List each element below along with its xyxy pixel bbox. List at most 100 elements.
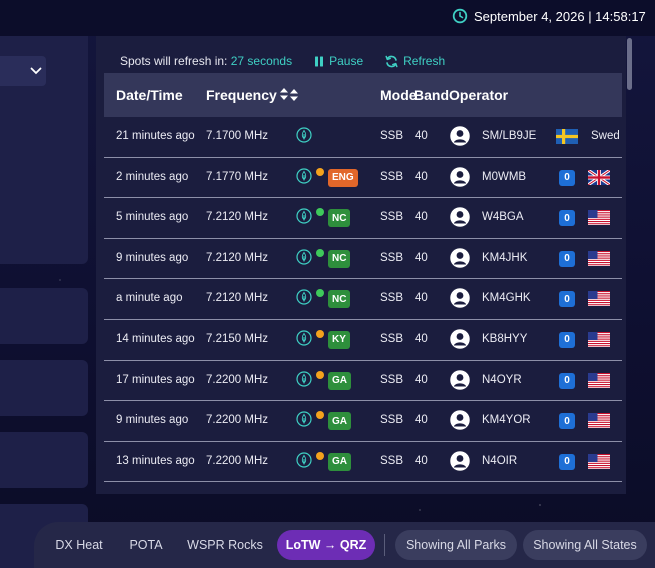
qsl-count-badge: 0 xyxy=(559,331,575,348)
operator-callsign[interactable]: KM4YOR xyxy=(482,414,531,426)
table-row[interactable]: 21 minutes ago 7.1700 MHz SSB 40 SM/LB9JE … xyxy=(104,117,622,158)
operator-avatar-icon[interactable] xyxy=(449,247,471,269)
sort-icon xyxy=(280,88,288,100)
operator-callsign[interactable]: N4OIR xyxy=(482,455,517,467)
column-header-band[interactable]: Band xyxy=(414,87,449,103)
refresh-countdown: Spots will refresh in: 27 seconds xyxy=(120,54,292,68)
spot-frequency[interactable]: 7.2120 MHz xyxy=(206,211,268,223)
column-header-sort[interactable] xyxy=(279,87,289,101)
spot-frequency[interactable]: 7.2200 MHz xyxy=(206,414,268,426)
status-dot xyxy=(316,411,324,420)
spot-frequency[interactable]: 7.2120 MHz xyxy=(206,292,268,304)
park-icon[interactable] xyxy=(296,127,312,143)
sort-icon xyxy=(289,89,298,101)
us-flag-icon xyxy=(588,331,610,347)
state-badge: NC xyxy=(328,290,351,309)
pause-button[interactable]: Pause xyxy=(314,54,363,68)
park-icon[interactable] xyxy=(296,330,312,346)
park-icon[interactable] xyxy=(296,249,312,265)
operator-callsign[interactable]: KB8HYY xyxy=(482,333,527,345)
operator-avatar-icon[interactable] xyxy=(449,287,471,309)
pota-tab[interactable]: POTA xyxy=(122,530,170,560)
refresh-seconds: 27 seconds xyxy=(230,54,293,68)
park-icon[interactable] xyxy=(296,167,312,184)
spot-frequency[interactable]: 7.1700 MHz xyxy=(206,130,268,142)
left-card[interactable] xyxy=(0,288,88,344)
us-flag-icon xyxy=(588,250,610,266)
dx-heat-tab[interactable]: DX Heat xyxy=(46,530,112,560)
operator-callsign[interactable]: KM4GHK xyxy=(482,292,531,304)
park-icon[interactable] xyxy=(296,289,312,305)
table-row[interactable]: 17 minutes ago 7.2200 MHz GA SSB 40 N4OYR 0 xyxy=(104,361,622,402)
spot-mode: SSB xyxy=(380,454,404,467)
operator-avatar-icon[interactable] xyxy=(449,166,471,188)
table-row[interactable]: 9 minutes ago 7.2200 MHz GA SSB 40 KM4YOR 0 xyxy=(104,401,622,442)
spot-frequency[interactable]: 7.2150 MHz xyxy=(206,333,268,345)
spot-time: 9 minutes ago xyxy=(116,414,189,427)
spot-frequency[interactable]: 7.2120 MHz xyxy=(206,252,268,264)
refresh-button[interactable]: Refresh xyxy=(385,54,445,68)
wspr-rocks-tab[interactable]: WSPR Rocks xyxy=(180,530,270,560)
operator-callsign[interactable]: N4OYR xyxy=(482,374,522,386)
table-row[interactable]: 9 minutes ago 7.2120 MHz NC SSB 40 KM4JHK 0 xyxy=(104,239,622,280)
scrollbar-track[interactable] xyxy=(626,36,634,494)
qsl-count-badge: 0 xyxy=(559,210,575,227)
spot-mode: SSB xyxy=(380,373,404,386)
spot-time: 5 minutes ago xyxy=(116,211,189,224)
table-row[interactable]: 14 minutes ago 7.2150 MHz KY SSB 40 KB8HYY 0 xyxy=(104,320,622,361)
operator-avatar-icon[interactable] xyxy=(449,125,471,147)
spot-time: 14 minutes ago xyxy=(116,332,195,345)
spot-time: a minute ago xyxy=(116,292,183,305)
column-header-datetime[interactable]: Date/Time xyxy=(116,87,183,103)
left-card[interactable] xyxy=(0,432,88,488)
top-bar: September 4, 2026 | 14:58:17 xyxy=(0,0,655,36)
table-row[interactable]: a minute ago 7.2120 MHz NC SSB 40 KM4GHK 0 xyxy=(104,279,622,320)
refresh-label: Spots will refresh in: xyxy=(120,54,228,68)
left-card[interactable] xyxy=(0,360,88,416)
spot-mode: SSB xyxy=(380,414,404,427)
spot-frequency[interactable]: 7.2200 MHz xyxy=(206,374,268,386)
column-label: Mode xyxy=(380,87,417,103)
operator-avatar-icon[interactable] xyxy=(449,328,471,350)
table-row[interactable]: 2 minutes ago 7.1770 MHz ENG SSB 40 M0WMB 0 xyxy=(104,158,622,199)
operator-callsign[interactable]: SM/LB9JE xyxy=(482,130,536,142)
spot-time: 2 minutes ago xyxy=(116,170,189,183)
operator-callsign[interactable]: W4BGA xyxy=(482,211,524,223)
refresh-icon xyxy=(385,55,398,67)
park-icon[interactable] xyxy=(296,208,312,224)
column-label: Date/Time xyxy=(116,87,183,103)
operator-callsign[interactable]: M0WMB xyxy=(482,171,526,183)
spot-band: 40 xyxy=(415,414,428,427)
column-header-operator[interactable]: Operator xyxy=(449,87,508,103)
chevron-down-icon xyxy=(30,67,42,75)
park-icon[interactable] xyxy=(296,452,312,468)
spot-frequency[interactable]: 7.2200 MHz xyxy=(206,455,268,467)
table-row[interactable]: 5 minutes ago 7.2120 MHz NC SSB 40 W4BGA 0 xyxy=(104,198,622,239)
spot-mode: SSB xyxy=(380,251,404,264)
qsl-count-badge: 0 xyxy=(559,413,575,430)
operator-avatar-icon[interactable] xyxy=(449,206,471,228)
park-icon[interactable] xyxy=(296,411,312,427)
operator-avatar-icon[interactable] xyxy=(449,450,471,472)
operator-avatar-icon[interactable] xyxy=(449,369,471,391)
uk-flag-icon xyxy=(588,169,610,185)
state-badge: GA xyxy=(328,371,351,390)
operator-country: Swed xyxy=(591,130,620,142)
spot-frequency[interactable]: 7.1770 MHz xyxy=(206,171,268,183)
scrollbar-thumb[interactable] xyxy=(627,38,632,90)
spot-band: 40 xyxy=(415,454,428,467)
status-dot xyxy=(316,370,324,379)
parks-filter-button[interactable]: Showing All Parks xyxy=(395,530,517,560)
spot-mode: SSB xyxy=(380,332,404,345)
park-icon[interactable] xyxy=(296,370,312,387)
left-select[interactable] xyxy=(0,56,46,86)
states-filter-button[interactable]: Showing All States xyxy=(523,530,647,560)
column-header-mode[interactable]: Mode xyxy=(380,87,417,103)
table-row[interactable]: 13 minutes ago 7.2200 MHz GA SSB 40 N4OIR 0 xyxy=(104,442,622,483)
spot-band: 40 xyxy=(415,292,428,305)
spot-time: 21 minutes ago xyxy=(116,130,195,142)
lotw-qrz-tab[interactable]: LoTW → QRZ xyxy=(277,530,375,560)
operator-avatar-icon[interactable] xyxy=(449,409,471,431)
left-sidebar xyxy=(0,36,96,568)
operator-callsign[interactable]: KM4JHK xyxy=(482,252,527,264)
